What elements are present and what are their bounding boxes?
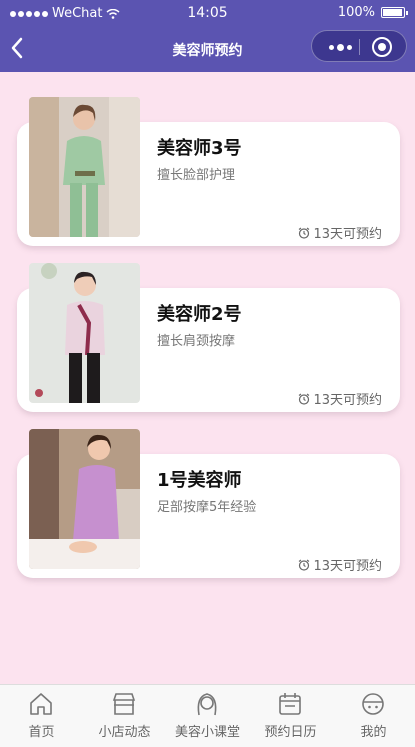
tab-home-label: 首页 <box>28 725 55 740</box>
lady-icon <box>197 693 217 716</box>
beautician-desc: 擅长脸部护理 <box>157 168 236 183</box>
availability-label: 13天可预约 <box>298 223 382 242</box>
app-header: WeChat 14:05 100% 美容师预约 <box>0 0 415 72</box>
beautician-name: 美容师2号 <box>157 304 242 325</box>
tab-booking-calendar-label: 预约日历 <box>264 725 317 740</box>
tab-beauty-class[interactable]: 美容小课堂 <box>166 685 249 747</box>
shop-icon <box>112 693 136 715</box>
capsule-divider <box>359 39 360 55</box>
more-menu-icon[interactable] <box>322 39 358 55</box>
availability-label: 13天可预约 <box>298 389 382 408</box>
beautician-desc: 擅长肩颈按摩 <box>157 334 236 349</box>
beautician-photo[interactable] <box>29 263 140 403</box>
tab-booking-calendar[interactable]: 预约日历 <box>249 685 332 747</box>
status-bar: WeChat 14:05 100% <box>0 0 415 28</box>
beautician-name: 美容师3号 <box>157 138 242 159</box>
availability-label: 13天可预约 <box>298 555 382 574</box>
battery-icon <box>381 7 408 18</box>
calendar-icon <box>279 693 301 715</box>
close-miniprogram-icon[interactable] <box>372 37 392 57</box>
tab-shop-news[interactable]: 小店动态 <box>83 685 166 747</box>
alarm-clock-icon <box>299 559 310 571</box>
tab-beauty-class-label: 美容小课堂 <box>174 725 240 740</box>
miniprogram-capsule <box>311 30 407 62</box>
beautician-name: 1号美容师 <box>157 470 242 491</box>
beautician-photo[interactable] <box>29 97 140 237</box>
beautician-photo[interactable] <box>29 429 140 569</box>
alarm-clock-icon <box>299 393 310 405</box>
tab-bar: 首页 小店动态 美容小课堂 预约日历 我的 <box>0 684 415 747</box>
alarm-clock-icon <box>299 227 310 239</box>
battery-percent: 100% <box>337 5 375 20</box>
tab-mine[interactable]: 我的 <box>332 685 415 747</box>
home-icon <box>30 693 52 715</box>
tab-mine-label: 我的 <box>360 725 387 740</box>
beautician-desc: 足部按摩5年经验 <box>157 500 257 515</box>
availability-text: 13天可预约 <box>313 559 382 574</box>
availability-text: 13天可预约 <box>313 227 382 242</box>
tab-home[interactable]: 首页 <box>0 685 83 747</box>
availability-text: 13天可预约 <box>313 393 382 408</box>
user-icon <box>362 693 384 715</box>
tab-shop-news-label: 小店动态 <box>98 725 151 740</box>
